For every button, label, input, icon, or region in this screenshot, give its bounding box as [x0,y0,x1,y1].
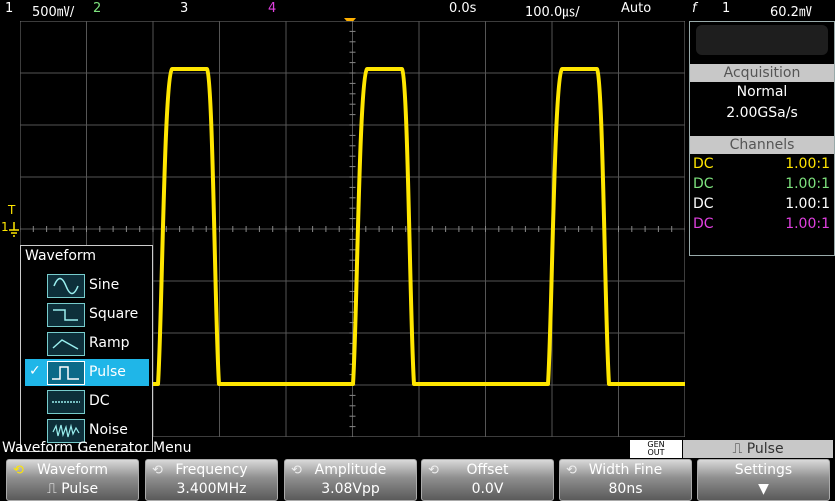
waveform-option-pulse[interactable]: ✓ Pulse [25,359,149,386]
channel-row-2: DC 1.00:1 [690,174,834,194]
ground-icon [9,222,19,237]
softkey-value: 3.400MHz [176,481,247,497]
waveform-option-label: Pulse [89,364,126,380]
softkey-value: 80ns [608,481,643,497]
ch3-probe-ratio: 1.00:1 [785,196,830,212]
waveform-popup-menu: Waveform Sine Square Ramp ✓ Pulse DC Noi… [20,245,153,452]
channels-header: Channels [690,136,834,154]
waveform-menu-title: Waveform [25,248,97,264]
settings-softkey[interactable]: Settings ▼ [697,459,830,501]
trigger-channel[interactable]: 1 [722,1,730,16]
ch2-probe-ratio: 1.00:1 [785,176,830,192]
waveform-option-ramp[interactable]: Ramp [25,330,149,357]
waveform-option-sine[interactable]: Sine [25,272,149,299]
waveform-option-label: Ramp [89,335,130,351]
channel-row-1: DC 1.00:1 [690,154,834,174]
softkey-value: 0.0V [471,481,504,497]
width-fine-softkey[interactable]: ⟲ Width Fine 80ns [559,459,692,501]
acquisition-mode: Normal [736,84,788,100]
waveform-option-label: Noise [89,422,128,438]
time-scale[interactable]: 100.0㎲/ [525,1,580,20]
waveform-option-label: Square [89,306,139,322]
softkey-label: Offset [466,462,509,478]
amplitude-softkey[interactable]: ⟲ Amplitude 3.08Vpp [284,459,417,501]
square-wave-icon [47,303,85,327]
softkey-label: Width Fine [588,462,663,478]
trigger-edge-icon: f [692,1,697,16]
status-bar: 1 500㎷/ 2 3 4 0.0s 100.0㎲/ Auto f 1 60.2… [0,0,835,20]
channel-row-3: DC 1.00:1 [690,194,834,214]
waveform-option-square[interactable]: Square [25,301,149,328]
ch4-coupling: DC [693,216,714,232]
time-delay[interactable]: 0.0s [449,1,476,16]
waveform-softkey[interactable]: ⟲ Waveform ⎍ Pulse [6,459,139,501]
ch4-number[interactable]: 4 [268,1,276,16]
ch3-number[interactable]: 3 [180,1,188,16]
offset-softkey[interactable]: ⟲ Offset 0.0V [421,459,554,501]
menu-title: Waveform Generator Menu [2,440,192,456]
dc-icon [47,390,85,414]
chevron-down-icon: ▼ [758,481,769,497]
acquisition-header: Acquisition [690,64,834,82]
blank-display-area [696,25,828,55]
ch1-scale[interactable]: 500㎷/ [32,1,74,20]
softkey-label: Waveform [36,462,109,478]
frequency-softkey[interactable]: ⟲ Frequency 3.400MHz [145,459,278,501]
ramp-icon [47,332,85,356]
gen-out-line2: OUT [647,448,665,457]
softkey-value: 3.08Vpp [321,481,380,497]
ch4-probe-ratio: 1.00:1 [785,216,830,232]
gen-out-indicator: GEN OUT [630,440,682,458]
sine-icon [47,274,85,298]
ch1-number[interactable]: 1 [5,1,13,16]
ch1-probe-ratio: 1.00:1 [785,156,830,172]
ch3-coupling: DC [693,196,714,212]
softkey-bar: ⟲ Waveform ⎍ Pulse ⟲ Frequency 3.400MHz … [0,458,835,501]
pulse-icon [47,361,85,385]
check-icon: ✓ [29,363,41,379]
info-side-panel: Acquisition Normal 2.00GSa/s Channels DC… [689,21,835,256]
ch2-coupling: DC [693,176,714,192]
waveform-option-dc[interactable]: DC [25,388,149,415]
softkey-label: Amplitude [314,462,387,478]
softkey-label: Settings [734,462,793,478]
trigger-level-marker: T [8,203,16,217]
softkey-label: Frequency [175,462,248,478]
softkey-value: ⎍ Pulse [46,481,99,497]
trigger-level[interactable]: 60.2㎷ [770,1,812,20]
gen-waveform-label: ⎍ Pulse [683,440,833,458]
trigger-mode[interactable]: Auto [621,1,651,16]
sample-rate: 2.00GSa/s [726,105,798,121]
ch1-coupling: DC [693,156,714,172]
channel-row-4: DC 1.00:1 [690,214,834,234]
waveform-option-label: DC [89,393,110,409]
ch2-number[interactable]: 2 [93,1,101,16]
waveform-option-label: Sine [89,277,120,293]
